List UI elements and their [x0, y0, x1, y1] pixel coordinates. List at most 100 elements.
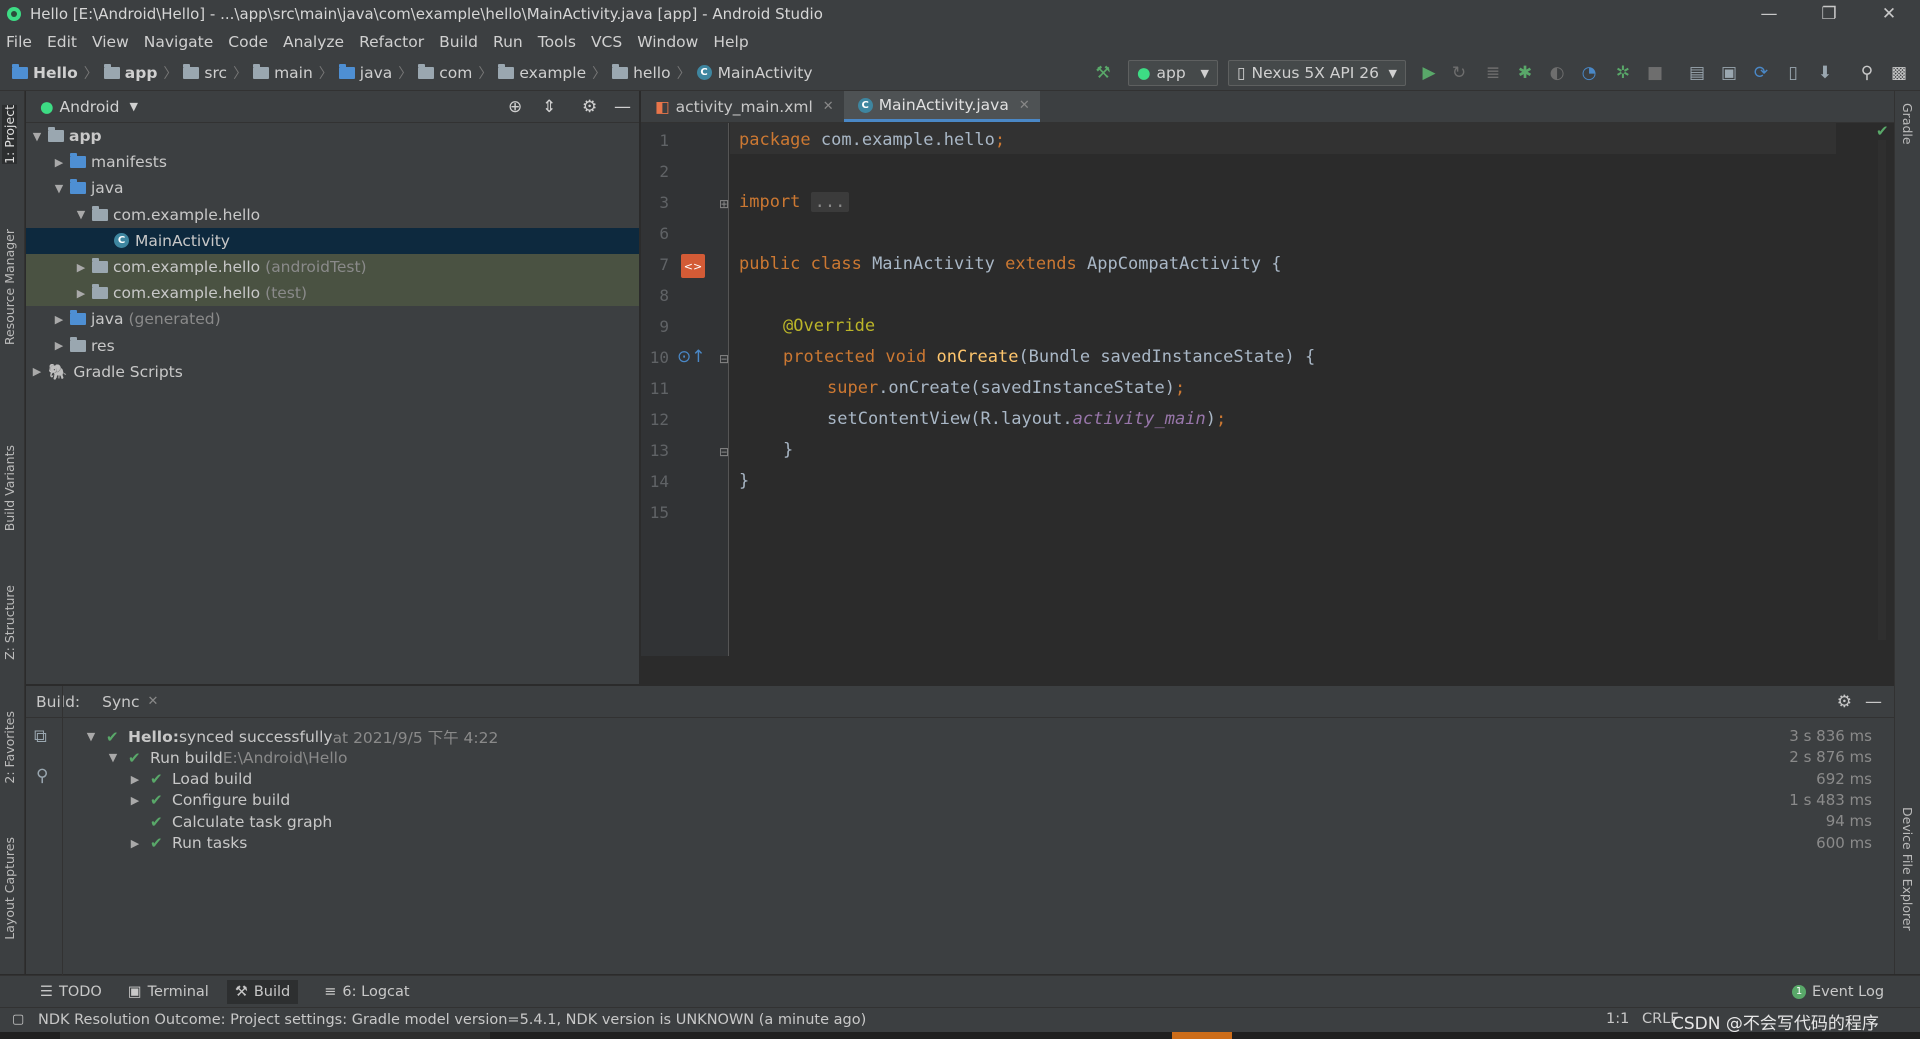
toggle-tool-windows-icon[interactable]: ▢: [12, 1012, 24, 1027]
folded-imports[interactable]: ...: [810, 192, 850, 212]
menu-analyze[interactable]: Analyze: [283, 33, 344, 51]
chevron-right-icon[interactable]: ▶: [74, 287, 88, 300]
tree-item[interactable]: ▶ com.example.hello (androidTest): [26, 253, 639, 281]
project-structure-icon[interactable]: ▤: [1686, 62, 1708, 84]
chevron-right-icon[interactable]: ▶: [52, 339, 66, 352]
tool-tab-build[interactable]: ⚒ Build: [226, 979, 299, 1004]
breadcrumb-com[interactable]: com: [439, 64, 472, 82]
attach-debugger-icon[interactable]: ✲: [1612, 62, 1634, 84]
menu-edit[interactable]: Edit: [47, 33, 77, 51]
close-tab-icon[interactable]: ✕: [1019, 98, 1030, 113]
run-icon[interactable]: ▶: [1418, 62, 1440, 84]
chevron-down-icon[interactable]: ▼: [30, 130, 44, 143]
fold-collapse-icon[interactable]: ⊟: [719, 352, 729, 366]
tree-item[interactable]: ▼ java: [26, 175, 639, 201]
close-window-button[interactable]: ✕: [1866, 0, 1912, 28]
tree-item[interactable]: ▼ com.example.hello: [26, 202, 639, 228]
gear-icon[interactable]: ⚙: [1837, 692, 1852, 712]
tool-tab-structure[interactable]: Z: Structure: [2, 585, 17, 660]
build-tree-item[interactable]: ▼ ✔ Run build E:\Android\Hello: [106, 747, 348, 768]
menu-refactor[interactable]: Refactor: [359, 33, 424, 51]
chevron-right-icon[interactable]: ▶: [74, 261, 88, 274]
menu-vcs[interactable]: VCS: [591, 33, 622, 51]
menu-window[interactable]: Window: [637, 33, 698, 51]
fold-expand-icon[interactable]: ⊞: [719, 197, 729, 211]
hide-panel-icon[interactable]: —: [1865, 692, 1882, 712]
avd-manager-icon[interactable]: ▯: [1782, 62, 1804, 84]
build-tree-item[interactable]: ▶ ✔ Run tasks: [128, 833, 248, 854]
related-layout-icon[interactable]: <>: [681, 254, 705, 278]
chevron-right-icon[interactable]: ▶: [128, 773, 142, 786]
fold-end-icon[interactable]: ⊟: [719, 445, 729, 459]
tool-tab-build-variants[interactable]: Build Variants: [2, 445, 17, 531]
hide-panel-icon[interactable]: —: [614, 97, 631, 117]
close-tab-icon[interactable]: ✕: [148, 694, 159, 709]
tool-tab-event-log[interactable]: 1 Event Log: [1792, 984, 1884, 1000]
breadcrumb-src[interactable]: src: [204, 64, 227, 82]
project-view-select[interactable]: Android: [60, 98, 120, 116]
user-icon[interactable]: ▩: [1888, 62, 1910, 84]
tree-item[interactable]: ▶ 🐘 Gradle Scripts: [26, 359, 639, 385]
breadcrumb-app[interactable]: app: [125, 64, 158, 82]
tree-item[interactable]: ▶ java (generated): [26, 306, 639, 332]
profile-icon[interactable]: ◔: [1578, 62, 1600, 84]
menu-tools[interactable]: Tools: [538, 33, 576, 51]
tab-activity-main-xml[interactable]: ◧ activity_main.xml ✕: [641, 91, 844, 122]
pin-icon[interactable]: ⚲: [36, 766, 48, 786]
tree-item[interactable]: ▶ manifests: [26, 149, 639, 175]
chevron-down-icon[interactable]: ▼: [129, 100, 137, 113]
search-icon[interactable]: ⚲: [1856, 62, 1878, 84]
breadcrumb-hello-pkg[interactable]: hello: [633, 64, 670, 82]
stop-icon[interactable]: ■: [1644, 62, 1666, 84]
build-tree-item[interactable]: ✔ Calculate task graph: [128, 811, 332, 832]
chevron-right-icon[interactable]: ▶: [128, 794, 142, 807]
chevron-right-icon[interactable]: ▶: [52, 313, 66, 326]
breadcrumb-example[interactable]: example: [519, 64, 586, 82]
coverage-icon[interactable]: ◐: [1546, 62, 1568, 84]
collapse-all-icon[interactable]: ⇕: [542, 97, 556, 117]
close-tab-icon[interactable]: ✕: [823, 99, 834, 114]
build-tab-sync[interactable]: Sync: [102, 693, 139, 711]
gradle-sync-icon[interactable]: ⟳: [1750, 62, 1772, 84]
tree-item[interactable]: C MainActivity: [26, 227, 639, 254]
breadcrumb-hello[interactable]: Hello: [33, 64, 78, 82]
chevron-down-icon[interactable]: ▼: [106, 751, 120, 764]
tool-tab-terminal[interactable]: ▣ Terminal: [128, 984, 209, 1000]
apply-changes-icon[interactable]: ↻: [1448, 62, 1470, 84]
tool-tab-resource-manager[interactable]: Resource Manager: [2, 229, 17, 345]
menu-run[interactable]: Run: [493, 33, 523, 51]
status-message[interactable]: NDK Resolution Outcome: Project settings…: [38, 1012, 866, 1028]
gear-icon[interactable]: ⚙: [582, 97, 597, 117]
chevron-right-icon[interactable]: ▶: [52, 156, 66, 169]
caret-position[interactable]: 1:1: [1606, 1011, 1629, 1027]
build-tree-item[interactable]: ▶ ✔ Load build: [128, 769, 252, 790]
run-config-select[interactable]: ● app ▼: [1128, 60, 1218, 86]
debug-icon[interactable]: ✱: [1514, 62, 1536, 84]
layout-inspector-icon[interactable]: ▣: [1718, 62, 1740, 84]
tool-tab-favorites[interactable]: 2: Favorites: [2, 711, 17, 784]
restart-sync-icon[interactable]: ⧉: [34, 726, 47, 747]
tool-tab-device-file-explorer[interactable]: Device File Explorer: [1900, 807, 1915, 931]
restore-button[interactable]: ❐: [1806, 0, 1852, 28]
build-tree-item[interactable]: ▼ ✔ Hello: synced successfully at 2021/9/5…: [84, 726, 499, 747]
menu-code[interactable]: Code: [228, 33, 268, 51]
sdk-manager-icon[interactable]: ⬇: [1814, 62, 1836, 84]
chevron-right-icon[interactable]: ▶: [128, 837, 142, 850]
menu-help[interactable]: Help: [713, 33, 748, 51]
device-select[interactable]: ▯ Nexus 5X API 26 ▼: [1228, 60, 1406, 86]
chevron-right-icon[interactable]: ▶: [30, 365, 44, 378]
minimize-button[interactable]: —: [1746, 0, 1792, 28]
menu-build[interactable]: Build: [439, 33, 478, 51]
menu-navigate[interactable]: Navigate: [144, 33, 214, 51]
override-method-icon[interactable]: ⊙↑: [677, 347, 706, 367]
breadcrumb-main[interactable]: main: [274, 64, 313, 82]
menu-view[interactable]: View: [92, 33, 129, 51]
tree-item[interactable]: ▶ res: [26, 333, 639, 359]
chevron-down-icon[interactable]: ▼: [84, 730, 98, 743]
tool-tab-todo[interactable]: ☰ TODO: [40, 984, 102, 1000]
tool-tab-layout-captures[interactable]: Layout Captures: [2, 837, 17, 940]
tool-tab-logcat[interactable]: ≡ 6: Logcat: [324, 984, 409, 1000]
locate-file-icon[interactable]: ⊕: [508, 97, 522, 117]
apply-code-changes-icon[interactable]: ≣: [1482, 62, 1504, 84]
tree-item[interactable]: ▼ app: [26, 123, 639, 149]
